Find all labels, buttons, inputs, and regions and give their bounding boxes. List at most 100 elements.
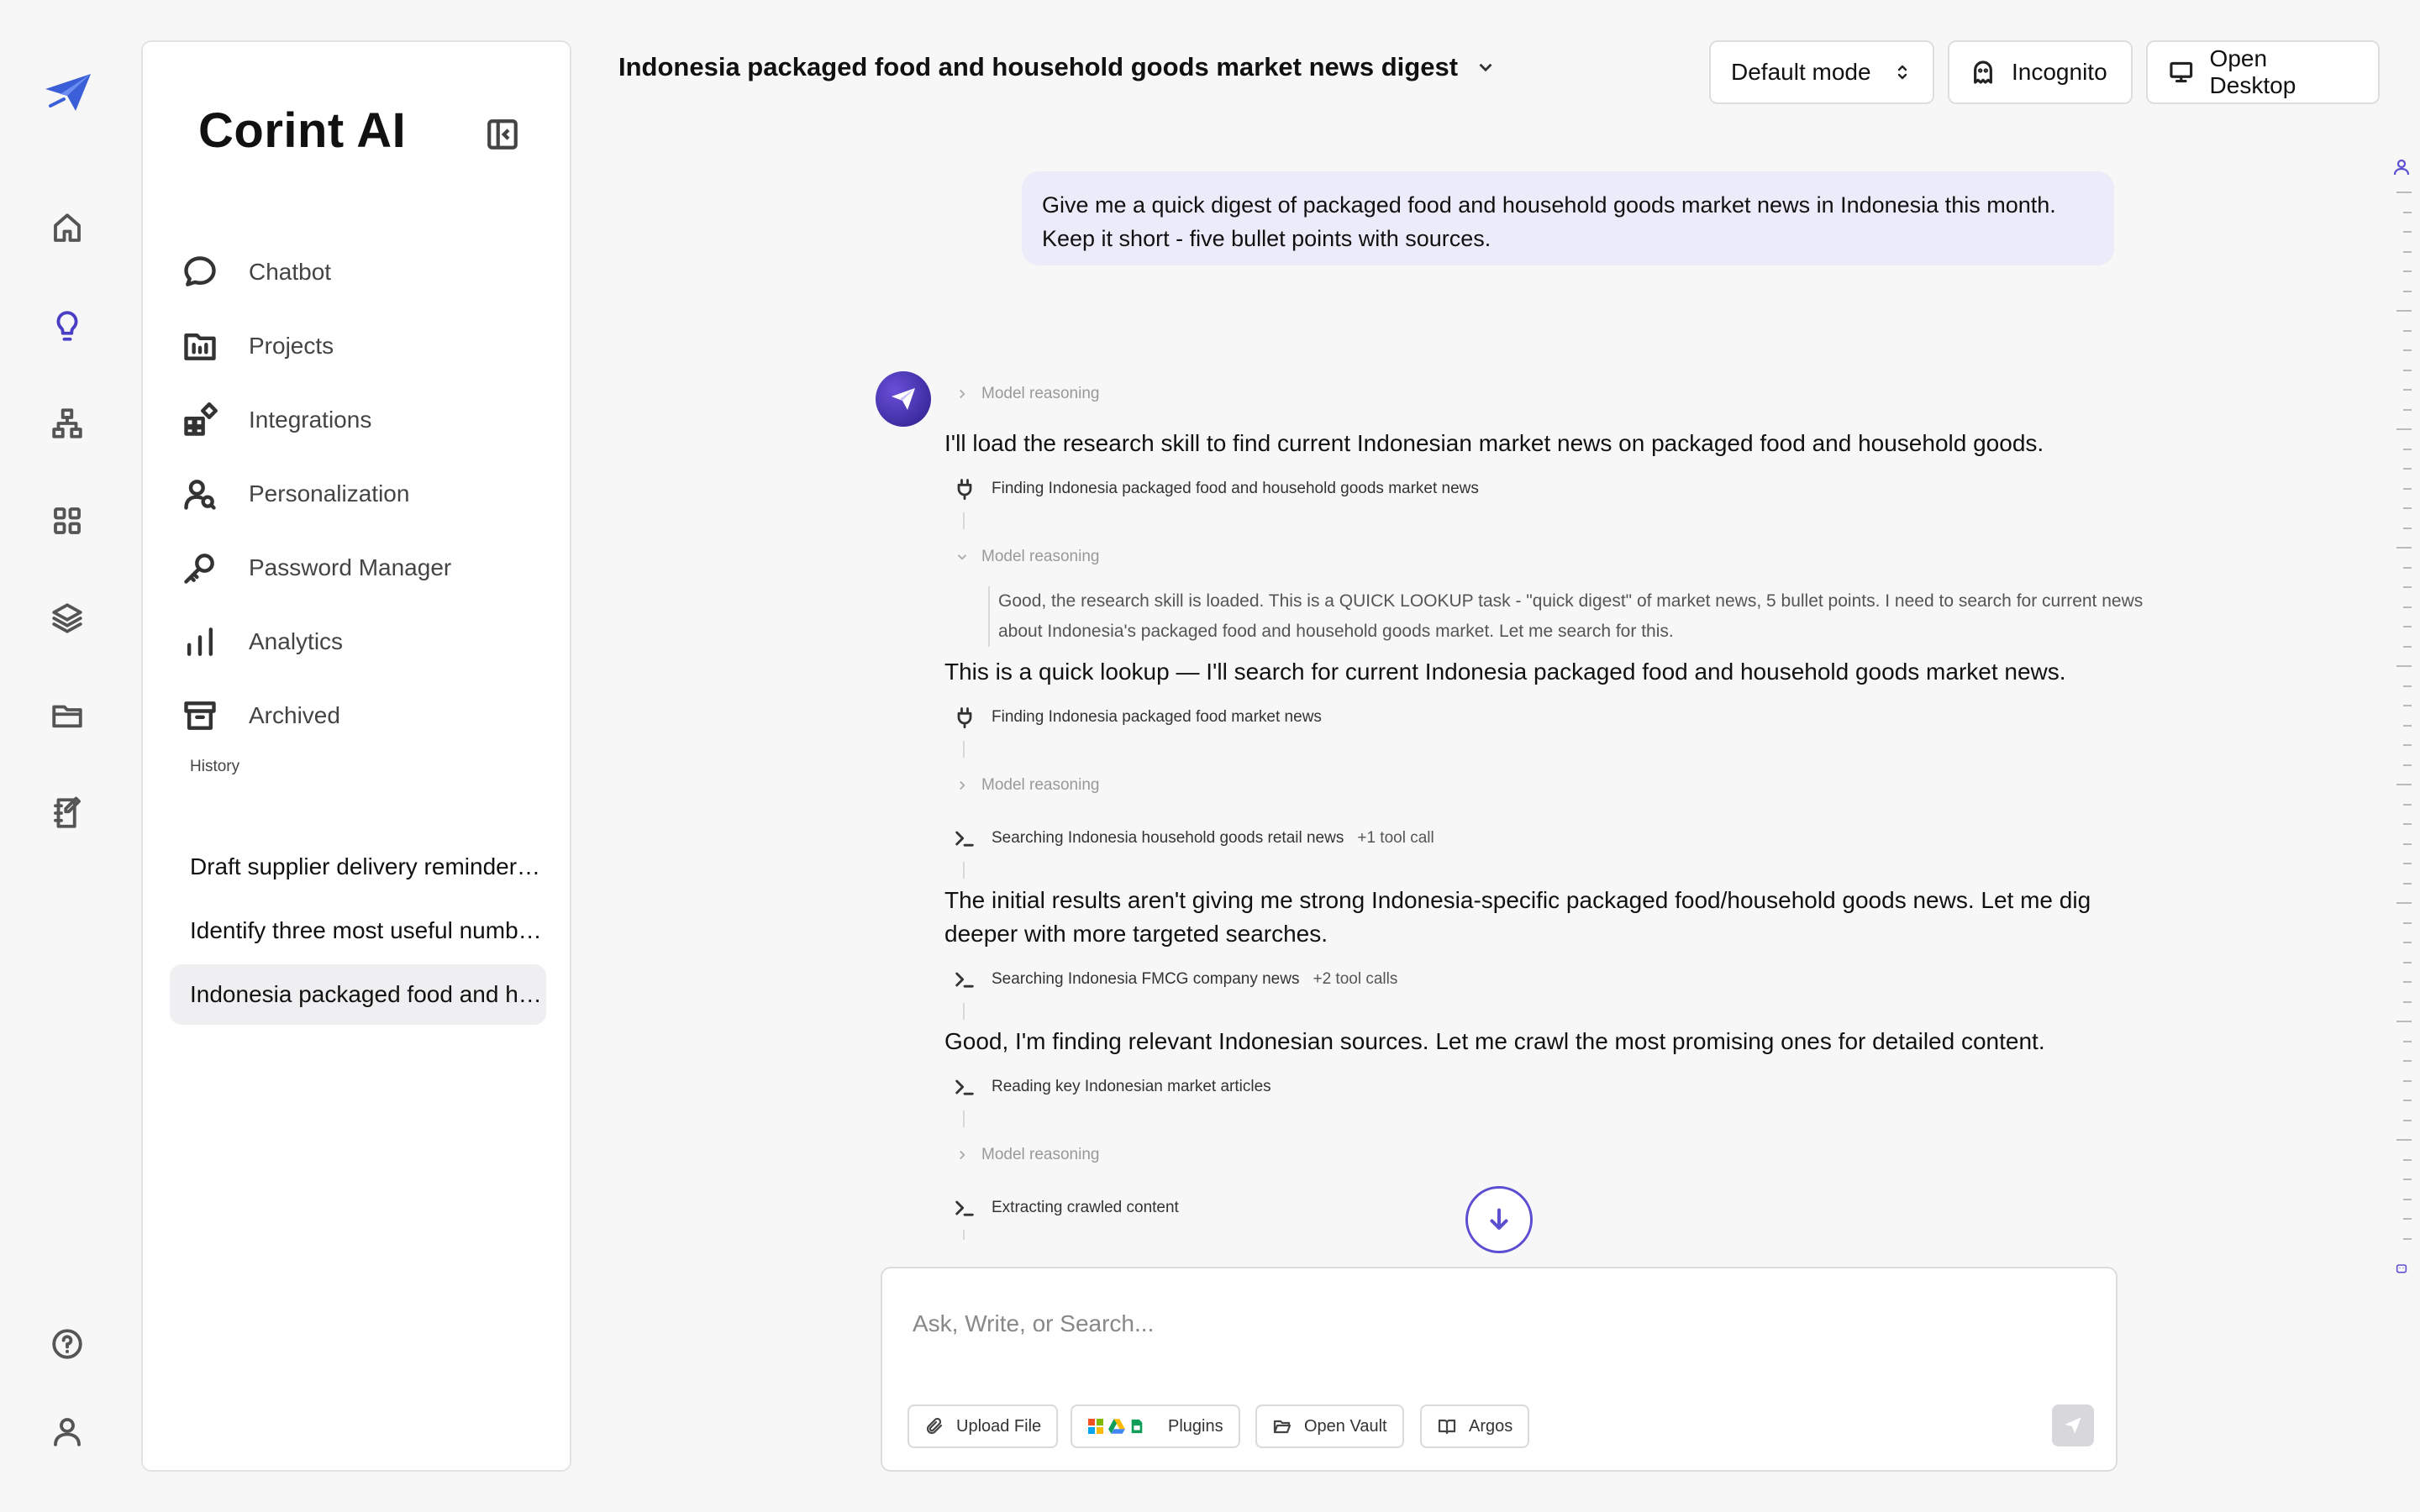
send-icon — [2065, 1417, 2081, 1434]
argos-button[interactable]: Argos — [1420, 1404, 1530, 1448]
step-connector — [963, 1110, 965, 1127]
help-icon[interactable] — [42, 1319, 92, 1369]
sidebar-item-chatbot[interactable]: Chatbot — [178, 242, 548, 302]
mode-select-label: Default mode — [1731, 59, 1871, 85]
reasoning-toggle[interactable]: Model reasoning — [944, 385, 1099, 403]
outline-tick — [2403, 1158, 2412, 1161]
outline-tick — [2403, 211, 2412, 213]
outline-tick — [2403, 981, 2412, 983]
projects-icon — [184, 333, 216, 360]
outline-tick — [2403, 566, 2412, 569]
notebook-icon[interactable] — [42, 788, 92, 838]
google-drive-icon — [1108, 1419, 1125, 1434]
sidebar-item-label: Analytics — [249, 628, 344, 654]
message-input[interactable] — [913, 1300, 2072, 1347]
reasoning-toggle[interactable]: Model reasoning — [944, 776, 1099, 795]
sidebar-panel: Corint AI Chatbot Projects Integrations … — [141, 40, 571, 1472]
assistant-avatar — [876, 371, 931, 427]
reasoning-content: Good, the research skill is loaded. This… — [988, 586, 2148, 647]
outline-tick — [2403, 764, 2412, 766]
user-icon[interactable] — [42, 1406, 92, 1457]
layers-icon[interactable] — [42, 593, 92, 643]
outline-tick — [2403, 961, 2412, 963]
reasoning-label: Model reasoning — [981, 385, 1100, 402]
history-item[interactable]: Draft supplier delivery reminder email — [170, 837, 546, 897]
grid-icon[interactable] — [42, 496, 92, 546]
outline-tick — [2403, 507, 2412, 509]
reasoning-toggle[interactable]: Model reasoning — [944, 1146, 1099, 1164]
outline-tick — [2403, 705, 2412, 706]
message-composer: Upload File Plugins Open Vault Argos — [881, 1267, 2118, 1472]
conversation-title-dropdown[interactable]: Indonesia packaged food and household go… — [618, 52, 1497, 82]
plugins-button[interactable]: Plugins — [1071, 1404, 1240, 1448]
reasoning-label: Model reasoning — [981, 1146, 1100, 1163]
outline-tick — [2403, 744, 2412, 746]
ghost-icon — [1974, 60, 1992, 84]
sidebar-item-analytics[interactable]: Analytics — [178, 612, 548, 672]
outline-tick — [2403, 290, 2412, 292]
collapse-sidebar-button[interactable] — [477, 109, 528, 160]
outline-tick — [2403, 724, 2412, 727]
outline-tick — [2403, 586, 2412, 588]
tool-call-label: Finding Indonesia packaged food and hous… — [992, 480, 1479, 497]
sidebar-item-personalization[interactable]: Personalization — [178, 464, 548, 524]
folder-icon[interactable] — [42, 690, 92, 741]
book-open-icon — [1438, 1419, 1456, 1435]
sitemap-icon[interactable] — [42, 398, 92, 449]
sidebar-item-projects[interactable]: Projects — [178, 316, 548, 376]
outline-tick — [2403, 1218, 2412, 1220]
tool-call-step[interactable]: Searching Indonesia FMCG company news +2… — [944, 968, 1397, 991]
outline-tick — [2396, 902, 2412, 904]
history-heading: History — [190, 758, 240, 775]
outline-tick — [2403, 942, 2412, 943]
plug-icon — [957, 479, 972, 501]
tool-call-step[interactable]: Finding Indonesia packaged food and hous… — [944, 477, 1479, 501]
step-connector — [963, 741, 965, 758]
conversation-outline-rail[interactable] — [2386, 151, 2412, 1285]
outline-tick — [2403, 882, 2412, 885]
outline-tick — [2403, 921, 2412, 924]
outline-tick — [2403, 1079, 2412, 1082]
sidebar-item-label: Archived — [249, 702, 340, 728]
chevron-updown-icon — [1897, 65, 1907, 80]
history-item[interactable]: Identify three most useful number format… — [170, 900, 546, 961]
app-logo-icon[interactable] — [42, 69, 94, 116]
chat-bubble-icon — [184, 256, 216, 286]
scroll-to-bottom-button[interactable] — [1465, 1186, 1533, 1253]
left-rail — [0, 0, 134, 1512]
tool-call-label: Searching Indonesia household goods reta… — [992, 829, 1344, 847]
send-button[interactable] — [2052, 1404, 2094, 1446]
incognito-button[interactable]: Incognito — [1948, 40, 2133, 104]
reasoning-toggle-expanded[interactable]: Model reasoning — [944, 548, 1099, 566]
home-icon[interactable] — [42, 203, 92, 254]
outline-tick — [2403, 468, 2412, 470]
tool-call-step[interactable]: Finding Indonesia packaged food market n… — [944, 706, 1322, 729]
tool-call-step[interactable]: Reading key Indonesian market articles — [944, 1075, 1271, 1099]
tool-call-step[interactable]: Searching Indonesia household goods reta… — [944, 827, 1434, 850]
outline-tick — [2396, 547, 2412, 549]
outline-tick — [2403, 487, 2412, 490]
outline-tick — [2403, 1060, 2412, 1062]
arrow-down-icon — [1490, 1208, 1508, 1230]
sidebar-item-label: Projects — [249, 333, 334, 359]
sidebar-item-archived[interactable]: Archived — [178, 685, 548, 746]
sidebar-item-password-manager[interactable]: Password Manager — [178, 538, 548, 598]
outline-tick — [2403, 250, 2412, 253]
outline-tick — [2403, 626, 2412, 627]
outline-tick — [2403, 823, 2412, 825]
outline-tick — [2403, 349, 2412, 351]
outline-tick — [2396, 784, 2412, 785]
archive-icon — [184, 701, 216, 730]
sidebar-item-label: Chatbot — [249, 259, 332, 285]
history-item-active[interactable]: Indonesia packaged food and household go… — [170, 964, 546, 1025]
tool-call-step[interactable]: Extracting crawled content — [944, 1196, 1179, 1220]
sidebar-item-integrations[interactable]: Integrations — [178, 390, 548, 450]
open-desktop-button[interactable]: Open Desktop — [2146, 40, 2380, 104]
upload-file-button[interactable]: Upload File — [908, 1404, 1059, 1448]
open-vault-button[interactable]: Open Vault — [1255, 1404, 1404, 1448]
mode-select[interactable]: Default mode — [1709, 40, 1934, 104]
sidebar-item-label: Password Manager — [249, 554, 452, 580]
plugins-label: Plugins — [1168, 1416, 1223, 1436]
lightbulb-icon[interactable] — [42, 301, 92, 351]
assistant-text: This is a quick lookup — I'll search for… — [944, 659, 2066, 685]
